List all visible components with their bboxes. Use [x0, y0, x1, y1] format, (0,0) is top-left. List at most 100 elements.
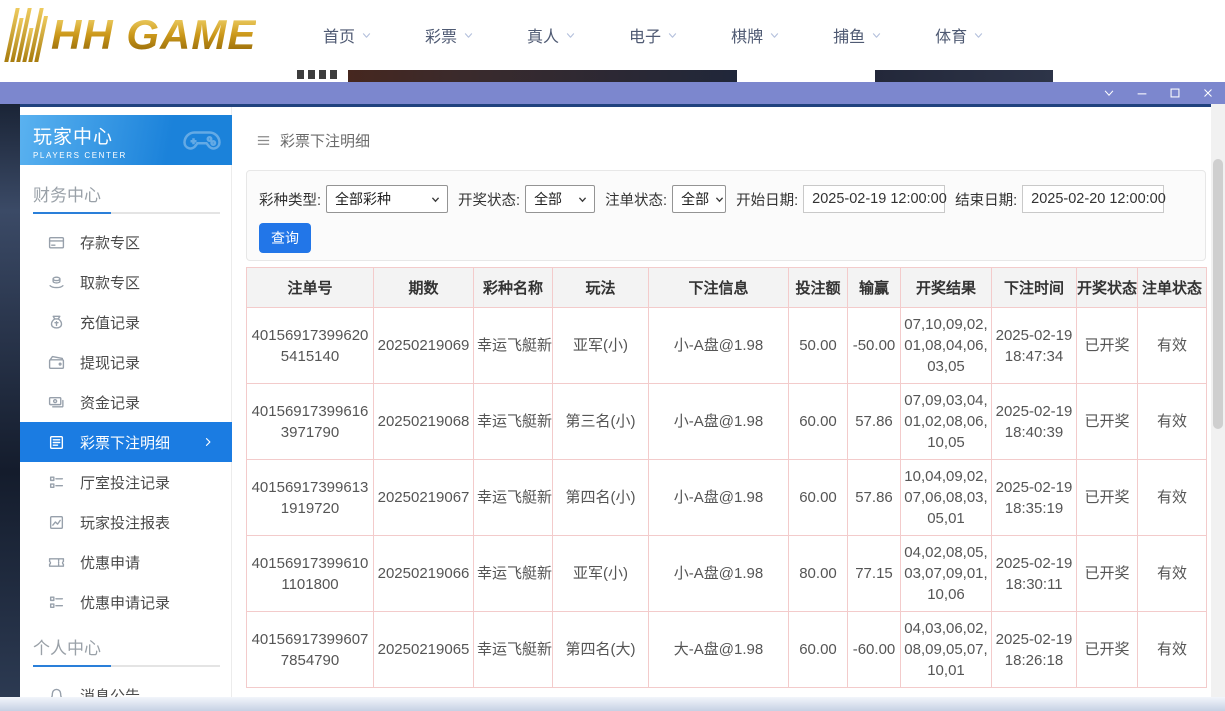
cell-1-8: 2025-02-19 18:40:39	[992, 384, 1077, 460]
bank-card-icon	[48, 234, 65, 251]
draw-status-value: 全部	[534, 189, 562, 209]
sidebar-item-0-5[interactable]: 彩票下注明细	[20, 422, 232, 462]
window-dropdown-button[interactable]	[1102, 86, 1116, 100]
order-status-label: 注单状态:	[605, 189, 667, 210]
cell-3-9: 已开奖	[1077, 536, 1138, 612]
top-nav: 首页 彩票 真人 电子 棋牌 捕鱼 体育	[323, 0, 984, 70]
minimize-button[interactable]	[1135, 86, 1149, 100]
cell-3-6: 77.15	[848, 536, 901, 612]
document-icon	[48, 434, 65, 451]
cell-4-7: 04,03,06,02,08,09,05,07,10,01	[901, 612, 992, 688]
sidebar-section-label: 个人中心	[33, 634, 232, 659]
sidebar-item-0-9[interactable]: 优惠申请记录	[20, 582, 232, 622]
cell-0-10: 有效	[1138, 308, 1207, 384]
cell-1-5: 60.00	[789, 384, 848, 460]
nav-item-2[interactable]: 真人	[527, 23, 576, 47]
nav-item-label: 体育	[935, 23, 967, 47]
cell-3-10: 有效	[1138, 536, 1207, 612]
sidebar-item-0-6[interactable]: 厅室投注记录	[20, 462, 232, 502]
column-header-9: 开奖状态	[1077, 268, 1138, 308]
cell-1-9: 已开奖	[1077, 384, 1138, 460]
nav-item-0[interactable]: 首页	[323, 23, 372, 47]
cell-0-8: 2025-02-19 18:47:34	[992, 308, 1077, 384]
lottery-type-select[interactable]: 全部彩种	[326, 185, 448, 213]
nav-item-6[interactable]: 体育	[935, 23, 984, 47]
cell-0-1: 20250219069	[374, 308, 474, 384]
cell-0-9: 已开奖	[1077, 308, 1138, 384]
maximize-button[interactable]	[1168, 86, 1182, 100]
start-date-label: 开始日期:	[736, 189, 798, 210]
chevron-right-icon	[202, 436, 219, 448]
cell-4-5: 60.00	[789, 612, 848, 688]
sidebar-item-0-7[interactable]: 玩家投注报表	[20, 502, 232, 542]
cell-0-0: 401569173996205415140	[247, 308, 374, 384]
sidebar-item-0-0[interactable]: 存款专区	[20, 222, 232, 262]
cell-1-2: 幸运飞艇新	[474, 384, 553, 460]
cell-2-9: 已开奖	[1077, 460, 1138, 536]
sidebar-section-label: 财务中心	[33, 181, 232, 206]
cell-0-5: 50.00	[789, 308, 848, 384]
sidebar-item-0-3[interactable]: 提现记录	[20, 342, 232, 382]
vertical-scrollbar[interactable]	[1211, 104, 1225, 697]
cell-1-6: 57.86	[848, 384, 901, 460]
hand-money-icon	[48, 274, 65, 291]
cell-4-1: 20250219065	[374, 612, 474, 688]
draw-status-select[interactable]: 全部	[525, 185, 595, 213]
hamburger-icon[interactable]	[256, 133, 271, 148]
sidebar-item-label: 玩家投注报表	[80, 512, 170, 533]
nav-item-4[interactable]: 棋牌	[731, 23, 780, 47]
cell-4-0: 401569173996077854790	[247, 612, 374, 688]
sidebar-item-0-4[interactable]: 资金记录	[20, 382, 232, 422]
nav-item-label: 捕鱼	[833, 23, 865, 47]
cell-4-10: 有效	[1138, 612, 1207, 688]
cell-3-3: 亚军(小)	[553, 536, 649, 612]
scrollbar-thumb[interactable]	[1213, 159, 1223, 429]
cell-3-7: 04,02,08,05,03,07,09,01,10,06	[901, 536, 992, 612]
sidebar-item-0-1[interactable]: 取款专区	[20, 262, 232, 302]
cell-2-0: 401569173996131919720	[247, 460, 374, 536]
end-date-label: 结束日期:	[955, 189, 1017, 210]
lottery-type-value: 全部彩种	[335, 189, 391, 209]
bets-table: 注单号期数彩种名称玩法下注信息投注额输赢开奖结果下注时间开奖状态注单状态 401…	[246, 267, 1207, 688]
banknotes-icon	[48, 394, 65, 411]
nav-item-3[interactable]: 电子	[629, 23, 678, 47]
start-date-input[interactable]: 2025-02-19 12:00:00	[803, 185, 945, 213]
search-button[interactable]: 查询	[259, 223, 311, 253]
brand-logo[interactable]: HH GAME	[10, 4, 256, 66]
chevron-down-icon	[769, 30, 780, 41]
nav-item-label: 电子	[629, 23, 661, 47]
filter-panel: 彩种类型: 全部彩种 开奖状态: 全部 注单状态: 全部 开始日期: 2025-…	[246, 170, 1206, 261]
gamepad-icon	[178, 120, 226, 160]
report-icon	[48, 514, 65, 531]
nav-item-5[interactable]: 捕鱼	[833, 23, 882, 47]
table-row-3: 40156917399610110180020250219066幸运飞艇新亚军(…	[247, 536, 1207, 612]
cell-2-2: 幸运飞艇新	[474, 460, 553, 536]
sidebar: 玩家中心 PLAYERS CENTER 财务中心存款专区取款专区充值记录提现记录…	[20, 107, 232, 697]
window-bottom-frame	[0, 697, 1225, 711]
order-status-value: 全部	[681, 189, 709, 209]
cell-0-4: 小-A盘@1.98	[649, 308, 789, 384]
cell-2-7: 10,04,09,02,07,06,08,03,05,01	[901, 460, 992, 536]
cell-1-0: 401569173996163971790	[247, 384, 374, 460]
list-icon	[48, 594, 65, 611]
page-title: 彩票下注明细	[280, 130, 370, 151]
sidebar-header: 玩家中心 PLAYERS CENTER	[20, 115, 232, 165]
sidebar-item-label: 提现记录	[80, 352, 140, 373]
nav-item-1[interactable]: 彩票	[425, 23, 474, 47]
close-button[interactable]	[1201, 86, 1215, 100]
coupon-icon	[48, 554, 65, 571]
nav-item-label: 棋牌	[731, 23, 763, 47]
cell-1-10: 有效	[1138, 384, 1207, 460]
column-header-4: 下注信息	[649, 268, 789, 308]
end-date-input[interactable]: 2025-02-20 12:00:00	[1022, 185, 1164, 213]
chevron-down-icon	[577, 194, 588, 205]
cell-4-6: -60.00	[848, 612, 901, 688]
site-header: HH GAME 首页 彩票 真人 电子 棋牌 捕鱼 体育	[0, 0, 1225, 70]
sidebar-item-label: 彩票下注明细	[80, 432, 170, 453]
order-status-select[interactable]: 全部	[672, 185, 726, 213]
cell-3-1: 20250219066	[374, 536, 474, 612]
column-header-3: 玩法	[553, 268, 649, 308]
sidebar-item-0-8[interactable]: 优惠申请	[20, 542, 232, 582]
sidebar-item-0-2[interactable]: 充值记录	[20, 302, 232, 342]
background-banner-fragment	[875, 70, 1053, 82]
